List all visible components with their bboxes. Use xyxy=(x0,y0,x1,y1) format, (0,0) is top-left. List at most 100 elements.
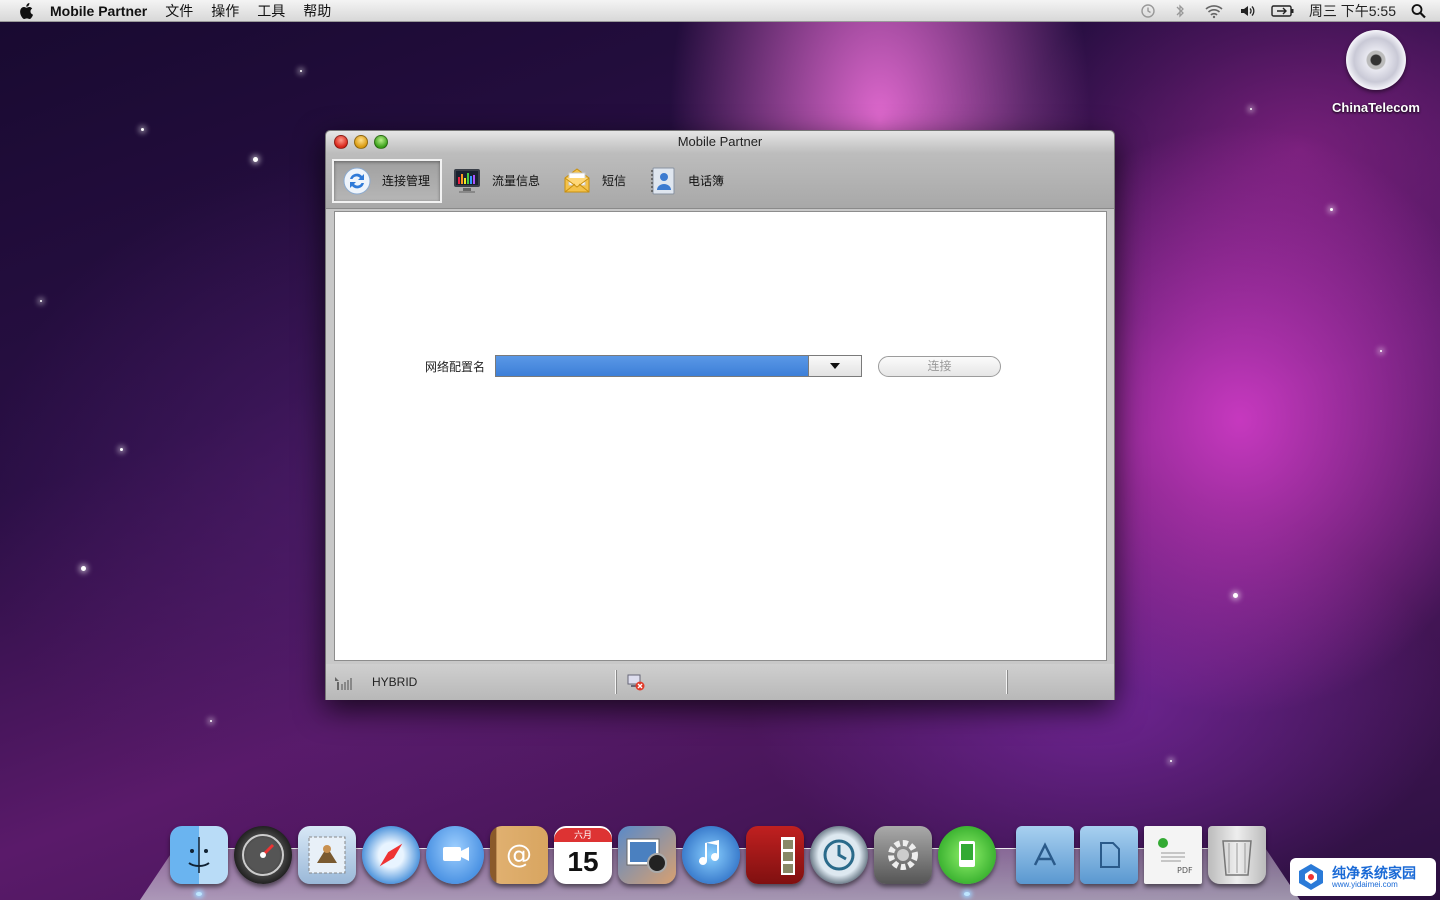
tab-sms-label: 短信 xyxy=(602,174,627,188)
music-note-icon xyxy=(699,840,719,865)
finder-icon xyxy=(188,837,210,873)
bluetooth-icon[interactable] xyxy=(1171,3,1189,19)
tab-sms[interactable]: 短信 xyxy=(552,159,638,203)
folder-icon xyxy=(1033,842,1057,866)
status-connection-segment xyxy=(616,670,1007,694)
pdf-document-icon: PDF xyxy=(1158,838,1193,875)
profile-select-value[interactable] xyxy=(496,356,810,376)
compass-icon xyxy=(379,843,403,867)
wifi-icon[interactable] xyxy=(1203,3,1225,19)
dock-pdf-file[interactable]: PDF xyxy=(1144,826,1202,884)
trash-icon xyxy=(1222,840,1252,876)
network-type-label: HYBRID xyxy=(372,675,418,689)
photo-strip-icon xyxy=(781,837,795,875)
window-titlebar[interactable]: Mobile Partner xyxy=(326,131,1114,153)
calendar-day: 15 xyxy=(567,846,599,877)
running-indicator xyxy=(196,892,202,896)
star xyxy=(1233,593,1238,598)
status-network-segment: HYBRID xyxy=(326,670,616,694)
dock-ichat[interactable] xyxy=(426,826,484,884)
folder-icon xyxy=(1100,842,1120,868)
star xyxy=(1170,760,1172,762)
signal-strength-icon xyxy=(335,677,352,690)
close-window-button[interactable] xyxy=(334,135,348,149)
dock-applications-folder[interactable] xyxy=(1016,826,1074,884)
apple-icon[interactable] xyxy=(18,2,36,20)
calendar-month: 六月 xyxy=(554,828,612,842)
mobile-partner-window: Mobile Partner 连接管理 流量信息 短信 电话簿 网络配置名 连接… xyxy=(325,130,1115,700)
menu-help[interactable]: 帮助 xyxy=(303,1,331,21)
tab-phonebook[interactable]: 电话簿 xyxy=(638,159,736,203)
disconnected-icon xyxy=(627,674,645,691)
tab-traffic-info[interactable]: 流量信息 xyxy=(442,159,552,203)
spotlight-search-icon[interactable] xyxy=(1410,3,1428,19)
desktop-disk-chinatelecom[interactable]: ChinaTelecom xyxy=(1330,30,1422,115)
status-bar: HYBRID xyxy=(326,664,1114,700)
mail-stamp-icon xyxy=(308,836,346,874)
watermark-logo-icon xyxy=(1299,864,1323,890)
phone-sync-icon xyxy=(959,841,975,867)
minimize-window-button[interactable] xyxy=(354,135,368,149)
profile-label: 网络配置名 xyxy=(425,359,486,374)
envelope-icon xyxy=(564,167,590,192)
star xyxy=(210,720,212,722)
tab-connection-management-label: 连接管理 xyxy=(382,174,431,188)
app-menu[interactable]: Mobile Partner xyxy=(50,3,147,19)
running-indicator xyxy=(964,892,970,896)
window-title: Mobile Partner xyxy=(677,134,763,149)
dock-safari[interactable] xyxy=(362,826,420,884)
dock-dashboard[interactable] xyxy=(234,826,292,884)
video-chat-icon xyxy=(443,847,469,861)
dock-photo-booth[interactable] xyxy=(746,826,804,884)
menubar-clock[interactable]: 周三 下午5:55 xyxy=(1309,1,1396,21)
zoom-window-button[interactable] xyxy=(374,135,388,149)
monitor-icon xyxy=(454,168,481,193)
dock-trash[interactable] xyxy=(1208,826,1266,884)
dock-itunes[interactable] xyxy=(682,826,740,884)
star xyxy=(1330,208,1333,211)
dock-address-book[interactable]: @ xyxy=(490,826,548,884)
dock-mail[interactable] xyxy=(298,826,356,884)
star xyxy=(1380,350,1382,352)
menu-action[interactable]: 操作 xyxy=(211,1,239,21)
at-sign-icon: @ xyxy=(506,840,532,870)
star xyxy=(253,157,258,162)
dock-documents-folder[interactable] xyxy=(1080,826,1138,884)
star xyxy=(81,566,86,571)
menu-tools[interactable]: 工具 xyxy=(257,1,285,21)
dock-time-machine[interactable] xyxy=(810,826,868,884)
tab-phonebook-label: 电话簿 xyxy=(688,174,725,188)
battery-icon[interactable] xyxy=(1271,3,1295,19)
menu-extras: 周三 下午5:55 xyxy=(1139,0,1428,22)
dock-iphoto[interactable] xyxy=(618,826,676,884)
time-machine-icon[interactable] xyxy=(1139,3,1157,19)
tab-connection-management[interactable]: 连接管理 xyxy=(332,158,443,203)
desktop-disk-label: ChinaTelecom xyxy=(1332,100,1420,115)
window-toolbar: 连接管理 流量信息 短信 电话簿 xyxy=(326,153,1114,209)
connection-panel: 网络配置名 连接 xyxy=(334,211,1107,661)
svg-text:PDF: PDF xyxy=(1177,866,1193,875)
tab-traffic-info-label: 流量信息 xyxy=(492,174,541,188)
gear-icon xyxy=(888,840,918,870)
volume-icon[interactable] xyxy=(1239,3,1257,19)
clock-icon xyxy=(823,839,855,871)
menu-file[interactable]: 文件 xyxy=(165,1,193,21)
dashboard-icon xyxy=(242,834,284,876)
connect-button[interactable]: 连接 xyxy=(878,355,1002,377)
star xyxy=(1250,108,1252,110)
watermark-title: 纯净系统家园 xyxy=(1332,864,1416,881)
dock-system-preferences[interactable] xyxy=(874,826,932,884)
menu-bar: Mobile Partner 文件 操作 工具 帮助 周三 下午5:55 xyxy=(0,0,1440,22)
dock-ical[interactable]: 六月 15 xyxy=(554,826,612,884)
star xyxy=(300,70,302,72)
profile-row: 网络配置名 连接 xyxy=(425,355,1002,377)
cd-disk-icon xyxy=(1346,30,1406,90)
dock-finder[interactable] xyxy=(170,826,228,896)
dock: @ 六月 15 PDF xyxy=(170,820,1266,896)
dock-mobile-partner[interactable] xyxy=(938,826,996,896)
profile-dropdown-button[interactable] xyxy=(809,356,862,376)
star xyxy=(40,300,42,302)
chevron-down-icon xyxy=(830,363,841,369)
watermark-url: www.yidaimei.com xyxy=(1332,879,1398,889)
profile-select[interactable] xyxy=(495,355,863,377)
